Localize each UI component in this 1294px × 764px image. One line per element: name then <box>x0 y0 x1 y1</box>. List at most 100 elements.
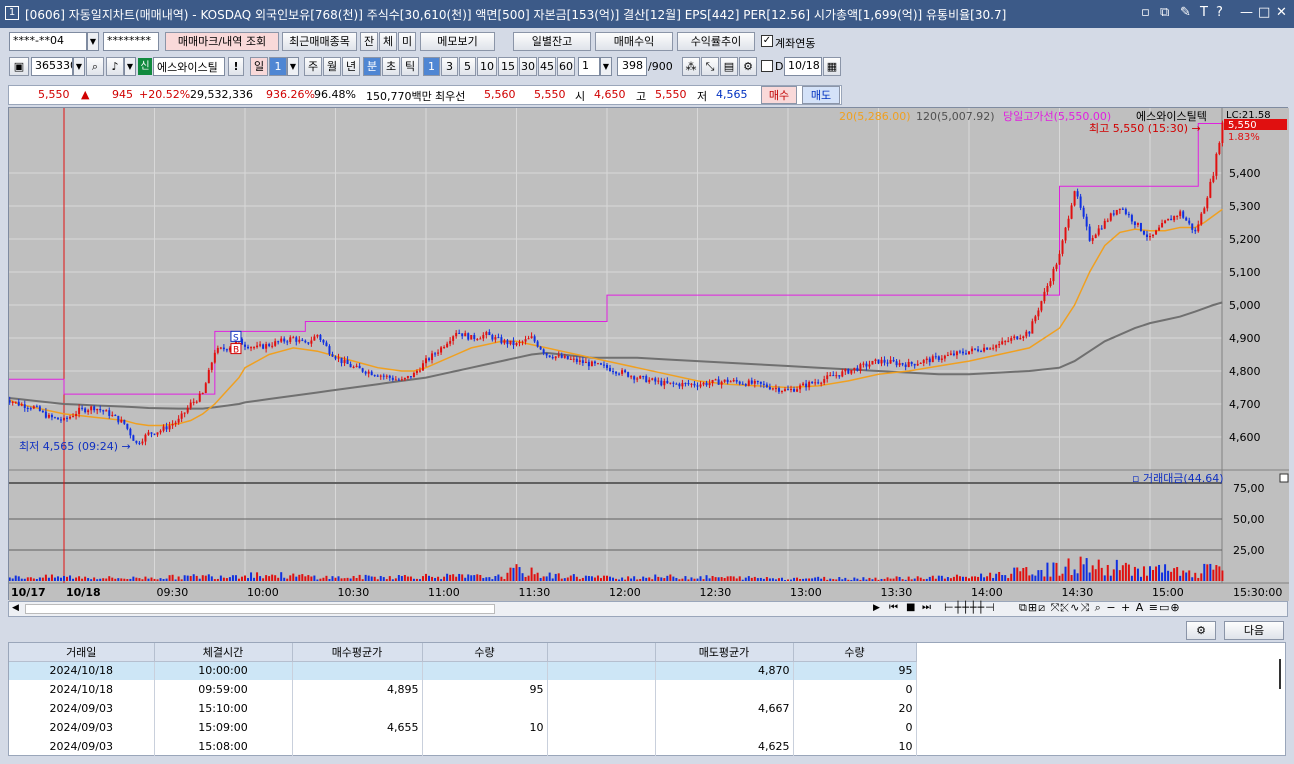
interval-10-button[interactable]: 10 <box>477 57 497 76</box>
header-buy-qty[interactable]: 수량 <box>422 643 548 662</box>
interval-3-button[interactable]: 3 <box>441 57 458 76</box>
interval-60-button[interactable]: 60 <box>557 57 575 76</box>
trade-mark-query-button[interactable]: 매매마크/내역 조회 <box>165 32 279 51</box>
return-trend-button[interactable]: 수익률추이 <box>677 32 755 51</box>
buy-button[interactable]: 매수 <box>761 86 797 104</box>
multiplier-dropdown-icon[interactable]: ▼ <box>600 57 612 76</box>
search-icon[interactable]: ⌕ <box>86 57 104 76</box>
next-button[interactable]: 다음 <box>1224 621 1284 640</box>
header-sell-qty[interactable]: 수량 <box>793 643 917 662</box>
date-checkbox[interactable] <box>761 60 773 72</box>
multiplier-input[interactable]: 1 <box>578 57 600 76</box>
memo-button[interactable]: 메모보기 <box>420 32 495 51</box>
daily-balance-button[interactable]: 일별잔고 <box>513 32 591 51</box>
filled-button[interactable]: 체 <box>379 32 397 51</box>
volume-bar <box>1188 570 1191 581</box>
candle-body <box>777 388 780 392</box>
play-icon[interactable]: ⏭ <box>922 602 931 613</box>
candle-body <box>648 379 651 383</box>
candle-body <box>883 359 886 363</box>
grid-scroll-indicator[interactable] <box>1279 659 1281 689</box>
header-exec-time[interactable]: 체결시간 <box>154 643 293 662</box>
interval-5-button[interactable]: 5 <box>459 57 476 76</box>
trade-profit-button[interactable]: 매매수익 <box>595 32 673 51</box>
table-row[interactable]: 2024/10/18 09:59:00 4,895 95 0 <box>9 680 917 699</box>
volume-bar <box>370 576 373 581</box>
calendar-icon[interactable]: ▦ <box>823 57 841 76</box>
scroll-thumb[interactable] <box>25 604 495 614</box>
gear-icon[interactable]: ⚙ <box>739 57 757 76</box>
period-count-field[interactable]: 1 <box>269 57 287 76</box>
header-buy-avg[interactable]: 매수평균가 <box>292 643 423 662</box>
period-week-tab[interactable]: 주 <box>304 57 322 76</box>
pin-icon[interactable]: ✎ <box>1180 5 1191 20</box>
interval-1-button[interactable]: 1 <box>423 57 440 76</box>
period-tick-tab[interactable]: 틱 <box>401 57 419 76</box>
draw-icon[interactable]: ⤡ <box>701 57 719 76</box>
interval-30-button[interactable]: 30 <box>519 57 537 76</box>
zoom-slider-icon[interactable]: ⊢┼┼┼┼⊣ <box>944 601 996 614</box>
period-day-tab[interactable]: 일 <box>250 57 268 76</box>
period-second-tab[interactable]: 초 <box>382 57 400 76</box>
sound-icon[interactable]: ♪ <box>106 57 124 76</box>
table-row[interactable]: 2024/09/03 15:08:00 4,625 10 <box>9 737 917 756</box>
close-icon[interactable]: ✕ <box>1276 5 1287 20</box>
interval-45-button[interactable]: 45 <box>538 57 556 76</box>
price-chart[interactable]: 5,400 5,300 5,200 5,100 5,000 4,900 4,800 4,700… <box>2 108 1289 601</box>
minimize-icon[interactable]: — <box>1240 5 1253 20</box>
candle-body <box>841 371 844 377</box>
date-input[interactable]: 10/18 <box>784 57 822 76</box>
candle-body <box>126 423 129 429</box>
interval-15-button[interactable]: 15 <box>498 57 518 76</box>
period-year-tab[interactable]: 년 <box>342 57 360 76</box>
candle-body <box>581 360 584 364</box>
maximize-icon[interactable]: □ <box>1258 5 1270 20</box>
chart-scrollbar[interactable]: ◀ ▶ ⏮ ■ ⏭ ⊢┼┼┼┼⊣ ⧉⊞⧄ ⤧⤪∿⤨ ⌕ − + A ≡▭⊕ <box>8 601 1288 617</box>
indicator-icon[interactable]: ⁂ <box>682 57 700 76</box>
table-row[interactable]: 2024/09/03 15:09:00 4,655 10 0 <box>9 718 917 737</box>
candle-body <box>470 335 473 340</box>
header-sell-avg[interactable]: 매도평균가 <box>655 643 794 662</box>
period-month-tab[interactable]: 월 <box>323 57 341 76</box>
volume-bar <box>569 575 572 581</box>
unfilled-button[interactable]: 미 <box>398 32 416 51</box>
save-icon[interactable]: ▤ <box>720 57 738 76</box>
window-icon-2[interactable]: ⧉ <box>1160 5 1169 20</box>
window-icon-1[interactable]: ▫ <box>1141 5 1150 20</box>
count-input[interactable]: 398 <box>617 57 647 76</box>
chart-panel[interactable]: 5,400 5,300 5,200 5,100 5,000 4,900 4,800 4,700… <box>2 107 1289 601</box>
chart-tools-icon[interactable]: ⧉⊞⧄ ⤧⤪∿⤨ ⌕ − + A ≡▭⊕ <box>1019 601 1181 615</box>
volume-bar <box>406 576 409 581</box>
candle-body <box>506 340 509 345</box>
account-input[interactable]: ****-**04 <box>9 32 87 51</box>
layout-icon[interactable]: ▣ <box>9 57 29 76</box>
volume-bar <box>177 576 180 581</box>
first-icon[interactable]: ⏮ <box>889 602 898 613</box>
table-row[interactable]: 2024/10/18 10:00:00 4,870 95 <box>9 661 917 680</box>
volume-bar <box>545 576 548 581</box>
balance-button[interactable]: 잔 <box>360 32 378 51</box>
font-icon[interactable]: T <box>1200 5 1208 20</box>
table-row[interactable]: 2024/09/03 15:10:00 4,667 20 <box>9 699 917 718</box>
account-dropdown-icon[interactable]: ▼ <box>87 32 99 51</box>
period-minute-tab[interactable]: 분 <box>363 57 381 76</box>
volume-bar <box>310 576 313 581</box>
volume-bar <box>102 578 105 581</box>
period-dropdown-icon[interactable]: ▼ <box>287 57 299 76</box>
stock-code-input[interactable]: 365330 <box>31 57 73 76</box>
recent-trade-button[interactable]: 최근매매종목 <box>282 32 357 51</box>
sell-button[interactable]: 매도 <box>802 86 840 104</box>
account-link-checkbox[interactable]: ✓ <box>761 35 773 47</box>
stop-icon[interactable]: ■ <box>906 602 915 613</box>
scroll-left-icon[interactable]: ◀ <box>12 603 19 613</box>
alert-icon[interactable]: ! <box>228 57 244 76</box>
sound-dropdown-icon[interactable]: ▼ <box>124 57 136 76</box>
password-input[interactable]: ******** <box>103 32 159 51</box>
candle-body <box>219 347 222 349</box>
code-dropdown-icon[interactable]: ▼ <box>73 57 85 76</box>
help-icon[interactable]: ? <box>1216 5 1223 20</box>
header-trade-date[interactable]: 거래일 <box>9 643 155 662</box>
volume-bar <box>228 577 231 581</box>
scroll-right-icon[interactable]: ▶ <box>873 603 880 613</box>
grid-settings-icon[interactable]: ⚙ <box>1186 621 1216 640</box>
